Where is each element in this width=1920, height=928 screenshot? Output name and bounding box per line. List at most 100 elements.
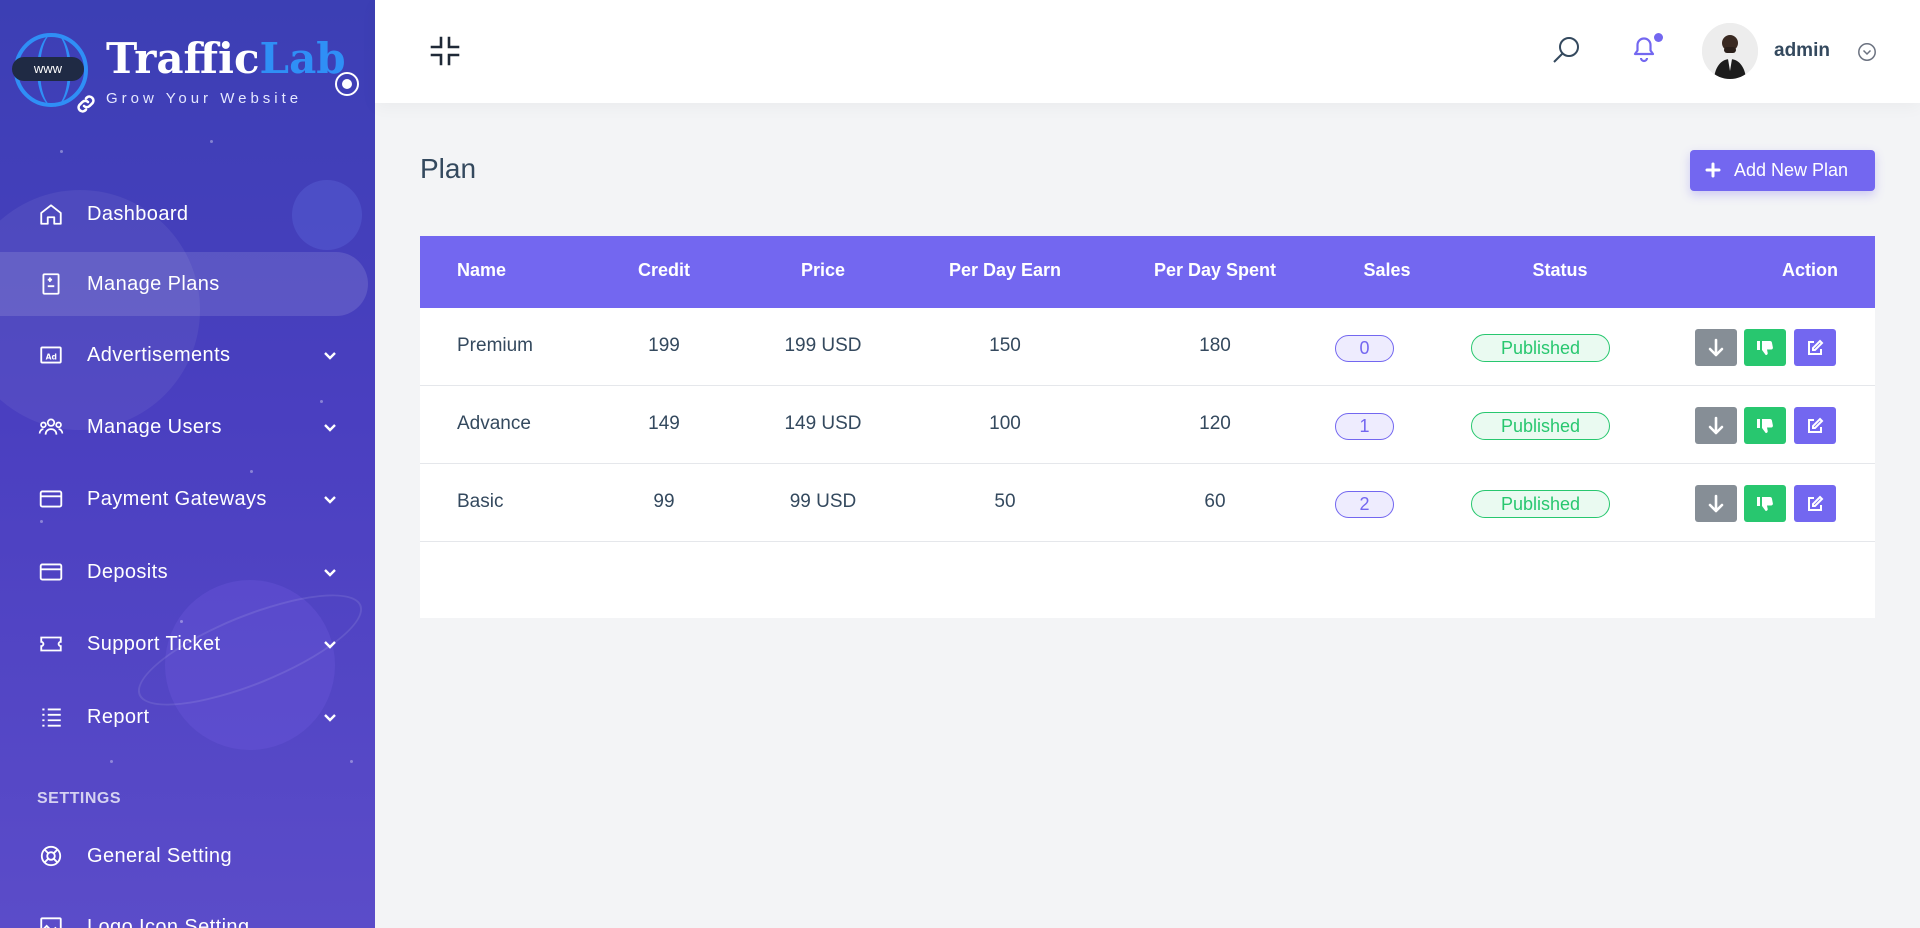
column-header-per-day-spent[interactable]: Per Day Spent bbox=[1120, 260, 1310, 281]
users-icon bbox=[38, 414, 64, 440]
plan-credit: 99 bbox=[653, 491, 675, 512]
topbar: admin bbox=[375, 0, 1920, 103]
sales-badge: 0 bbox=[1335, 335, 1394, 362]
chevron-down-icon bbox=[324, 569, 336, 577]
plan-name: Premium bbox=[457, 335, 534, 356]
sidebar-item-label: Report bbox=[87, 705, 150, 728]
sidebar-item-label: Support Ticket bbox=[87, 632, 221, 655]
arrow-down-icon bbox=[1708, 416, 1724, 435]
plan-credit: 149 bbox=[648, 413, 680, 434]
disable-plan-button[interactable] bbox=[1744, 407, 1786, 444]
edit-button[interactable] bbox=[1794, 407, 1836, 444]
sidebar-item-label: Logo Icon Setting bbox=[87, 915, 250, 928]
fullscreen-exit-icon[interactable] bbox=[430, 36, 460, 66]
sidebar-item-advertisements[interactable]: Ad Advertisements bbox=[0, 323, 368, 387]
credit-card-icon bbox=[38, 559, 64, 585]
settings-section-title: SETTINGS bbox=[37, 790, 122, 807]
plan-price: 199 USD bbox=[784, 335, 862, 356]
sidebar-decoration bbox=[110, 760, 113, 763]
sidebar-item-general-setting[interactable]: General Setting bbox=[0, 824, 368, 888]
brand-logo[interactable]: www TrafficLab Grow Your Website bbox=[12, 30, 354, 120]
notification-dot bbox=[1654, 33, 1663, 42]
arrow-down-icon bbox=[1708, 338, 1724, 357]
plans-table: Name Credit Price Per Day Earn Per Day S… bbox=[420, 236, 1875, 618]
sidebar-item-payment-gateways[interactable]: Payment Gateways bbox=[0, 467, 368, 531]
plan-per-day-spent: 60 bbox=[1204, 491, 1226, 512]
table-row: Premium 199 199 USD 150 180 0 Published bbox=[420, 308, 1875, 386]
arrow-down-icon bbox=[1708, 494, 1724, 513]
disable-plan-button[interactable] bbox=[1744, 485, 1786, 522]
plan-price: 99 USD bbox=[789, 491, 857, 512]
edit-icon bbox=[1808, 417, 1824, 433]
chevron-down-icon bbox=[324, 424, 336, 432]
chevron-down-circle-icon bbox=[1858, 43, 1876, 61]
status-badge: Published bbox=[1471, 490, 1610, 518]
table-row: Advance 149 149 USD 100 120 1 Published bbox=[420, 386, 1875, 464]
plan-price: 149 USD bbox=[784, 413, 862, 434]
link-icon bbox=[77, 95, 95, 113]
sidebar-item-support-ticket[interactable]: Support Ticket bbox=[0, 612, 368, 676]
edit-button[interactable] bbox=[1794, 329, 1836, 366]
status-badge: Published bbox=[1471, 412, 1610, 440]
lifebuoy-icon bbox=[38, 843, 64, 869]
download-button[interactable] bbox=[1695, 407, 1737, 444]
brand-name: TrafficLab bbox=[106, 36, 346, 82]
sidebar-item-manage-users[interactable]: Manage Users bbox=[0, 395, 368, 459]
sidebar-toggle-button[interactable] bbox=[335, 72, 359, 96]
sidebar-item-logo-icon-setting[interactable]: Logo Icon Setting bbox=[0, 895, 368, 928]
globe-label: www bbox=[12, 57, 84, 81]
edit-icon bbox=[1808, 495, 1824, 511]
table-row: Basic 99 99 USD 50 60 2 Published bbox=[420, 464, 1875, 542]
plan-per-day-earn: 150 bbox=[989, 335, 1021, 356]
column-header-per-day-earn[interactable]: Per Day Earn bbox=[915, 260, 1095, 281]
column-header-status[interactable]: Status bbox=[1470, 260, 1650, 281]
edit-icon bbox=[1808, 339, 1824, 355]
status-badge: Published bbox=[1471, 334, 1610, 362]
user-menu[interactable]: admin bbox=[1702, 23, 1902, 79]
plan-per-day-spent: 120 bbox=[1199, 413, 1231, 434]
download-button[interactable] bbox=[1695, 329, 1737, 366]
table-header: Name Credit Price Per Day Earn Per Day S… bbox=[420, 236, 1875, 308]
list-icon bbox=[38, 704, 64, 730]
sidebar-item-manage-plans[interactable]: Manage Plans bbox=[0, 252, 368, 316]
sidebar: www TrafficLab Grow Your Website Dashboa… bbox=[0, 0, 375, 928]
sidebar-item-label: Dashboard bbox=[87, 202, 189, 225]
thumbs-down-icon bbox=[1757, 341, 1773, 355]
plan-credit: 199 bbox=[648, 335, 680, 356]
username: admin bbox=[1774, 40, 1830, 61]
download-button[interactable] bbox=[1695, 485, 1737, 522]
brand-tagline: Grow Your Website bbox=[106, 90, 303, 107]
sidebar-item-dashboard[interactable]: Dashboard bbox=[0, 182, 368, 246]
column-header-name[interactable]: Name bbox=[457, 260, 506, 281]
home-icon bbox=[38, 201, 64, 227]
plan-name: Advance bbox=[457, 413, 531, 434]
edit-button[interactable] bbox=[1794, 485, 1836, 522]
sidebar-decoration bbox=[210, 140, 213, 143]
sidebar-item-label: Manage Plans bbox=[87, 272, 220, 295]
svg-text:Ad: Ad bbox=[46, 352, 57, 361]
chevron-down-icon bbox=[324, 641, 336, 649]
page-title: Plan bbox=[420, 153, 477, 184]
search-icon[interactable] bbox=[1550, 34, 1582, 66]
sidebar-item-deposits[interactable]: Deposits bbox=[0, 540, 368, 604]
sidebar-item-label: Manage Users bbox=[87, 415, 222, 438]
column-header-price[interactable]: Price bbox=[748, 260, 898, 281]
sidebar-decoration bbox=[60, 150, 63, 153]
image-icon bbox=[38, 914, 64, 928]
sidebar-item-label: Advertisements bbox=[87, 343, 231, 366]
sidebar-item-label: Payment Gateways bbox=[87, 487, 267, 510]
disable-plan-button[interactable] bbox=[1744, 329, 1786, 366]
sidebar-item-report[interactable]: Report bbox=[0, 685, 368, 749]
sidebar-item-label: General Setting bbox=[87, 844, 232, 867]
chevron-down-icon bbox=[324, 352, 336, 360]
thumbs-down-icon bbox=[1757, 419, 1773, 433]
chevron-down-icon bbox=[324, 496, 336, 504]
column-header-sales[interactable]: Sales bbox=[1327, 260, 1447, 281]
credit-card-icon bbox=[38, 486, 64, 512]
column-header-credit[interactable]: Credit bbox=[614, 260, 714, 281]
add-new-plan-button[interactable]: Add New Plan bbox=[1690, 150, 1875, 191]
ticket-icon bbox=[38, 631, 64, 657]
brand-name-part2: Lab bbox=[259, 34, 346, 83]
sales-badge: 1 bbox=[1335, 413, 1394, 440]
sidebar-item-label: Deposits bbox=[87, 560, 169, 583]
